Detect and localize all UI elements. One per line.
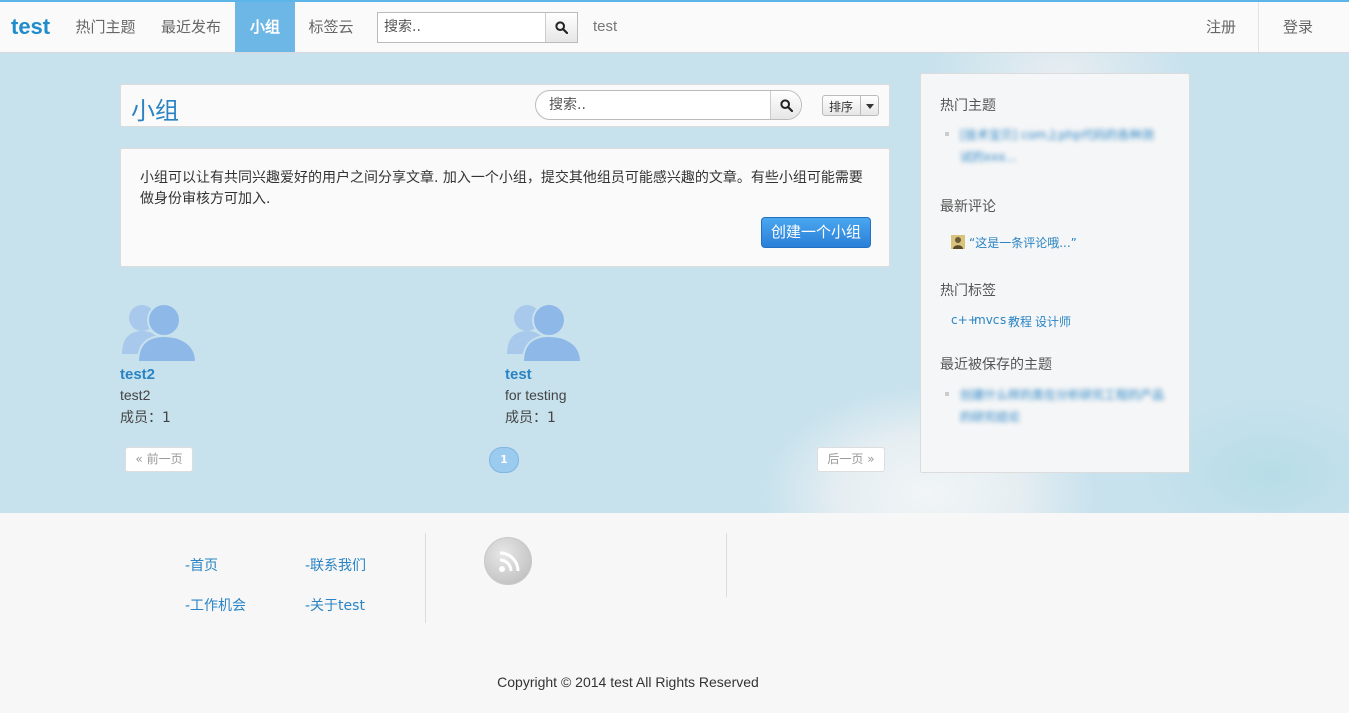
group-search-button[interactable] — [770, 91, 801, 119]
group-description: test2 — [120, 387, 151, 403]
user-avatar-icon — [951, 235, 965, 249]
latest-comment-link[interactable]: “这是一条评论哦...” — [969, 234, 1077, 251]
tag-link[interactable]: 教程 — [1008, 313, 1032, 330]
create-group-button[interactable]: 创建一个小组 — [761, 217, 871, 248]
nav-link-test[interactable]: test — [593, 2, 617, 52]
tag-link[interactable]: 设计师 — [1035, 313, 1071, 330]
group-search-input[interactable]: 搜索.. — [549, 91, 586, 119]
hot-topic-link[interactable]: [技术宝贝] com上php代码的各种测试的xxx... — [960, 124, 1165, 168]
footer-link-contact[interactable]: -联系我们 — [305, 555, 366, 575]
sort-dropdown-button[interactable]: 排序 — [822, 95, 879, 116]
tag-link[interactable]: mvc — [974, 313, 999, 327]
group-name-link[interactable]: test2 — [120, 366, 155, 383]
groups-description: 小组可以让有共同兴趣爱好的用户之间分享文章. 加入一个小组，提交其他组员可能感兴… — [140, 170, 863, 207]
group-search-box: 搜索.. — [535, 90, 802, 120]
rss-glyph — [499, 551, 520, 572]
pager-next-button[interactable]: 后一页 » — [817, 447, 885, 472]
nav-search-button[interactable] — [545, 13, 577, 42]
footer-link-home[interactable]: -首页 — [185, 555, 218, 575]
footer-link-jobs[interactable]: -工作机会 — [185, 595, 246, 615]
hot-topics-heading: 热门主题 — [940, 98, 996, 114]
nav-divider — [1258, 2, 1259, 52]
footer-divider — [425, 533, 426, 623]
nav-item-groups[interactable]: 小组 — [235, 2, 295, 52]
list-bullet — [945, 132, 949, 136]
pager-prev-button[interactable]: « 前一页 — [125, 447, 193, 472]
sort-separator — [860, 96, 861, 115]
page-title: 小组 — [131, 97, 179, 125]
footer-link-about[interactable]: -关于test — [305, 595, 365, 615]
groups-description-panel: 小组可以让有共同兴趣爱好的用户之间分享文章. 加入一个小组，提交其他组员可能感兴… — [120, 148, 890, 267]
nav-search-input[interactable]: 搜索.. — [384, 13, 421, 42]
group-description: for testing — [505, 387, 567, 403]
tag-link[interactable]: s — [1000, 313, 1006, 327]
top-navbar: test 热门主题 最近发布 小组 标签云 搜索.. test 注册 登录 — [0, 0, 1349, 53]
login-link[interactable]: 登录 — [1268, 2, 1328, 52]
footer-divider — [726, 533, 727, 597]
search-icon — [779, 98, 793, 112]
group-member-count: 成员：1 — [120, 410, 171, 426]
group-users-icon[interactable] — [120, 300, 200, 362]
hot-tags-heading: 热门标签 — [940, 283, 996, 299]
sort-label: 排序 — [829, 100, 854, 114]
recently-saved-link[interactable]: 创建什么样的类在分析研究工程的产品的研究结论 — [960, 384, 1165, 428]
caret-down-icon — [866, 104, 874, 109]
group-member-count: 成员：1 — [505, 410, 556, 426]
pager-current-page[interactable]: 1 — [489, 447, 519, 473]
nav-item-recent[interactable]: 最近发布 — [152, 2, 230, 52]
right-sidebar: 热门主题 [技术宝贝] com上php代码的各种测试的xxx... 最新评论 “… — [920, 73, 1190, 473]
group-name-link[interactable]: test — [505, 366, 532, 383]
nav-item-hot-topics[interactable]: 热门主题 — [67, 2, 144, 52]
recently-saved-heading: 最近被保存的主题 — [940, 357, 1052, 373]
brand-logo[interactable]: test — [11, 14, 50, 40]
group-users-icon[interactable] — [505, 300, 585, 362]
nav-item-tag-cloud[interactable]: 标签云 — [300, 2, 362, 52]
latest-comments-heading: 最新评论 — [940, 199, 996, 215]
nav-search-box: 搜索.. — [377, 12, 578, 43]
search-icon — [555, 21, 568, 34]
copyright-text: Copyright © 2014 test All Rights Reserve… — [497, 674, 759, 690]
list-bullet — [945, 392, 949, 396]
register-link[interactable]: 注册 — [1192, 2, 1250, 52]
rss-icon[interactable] — [484, 537, 532, 585]
